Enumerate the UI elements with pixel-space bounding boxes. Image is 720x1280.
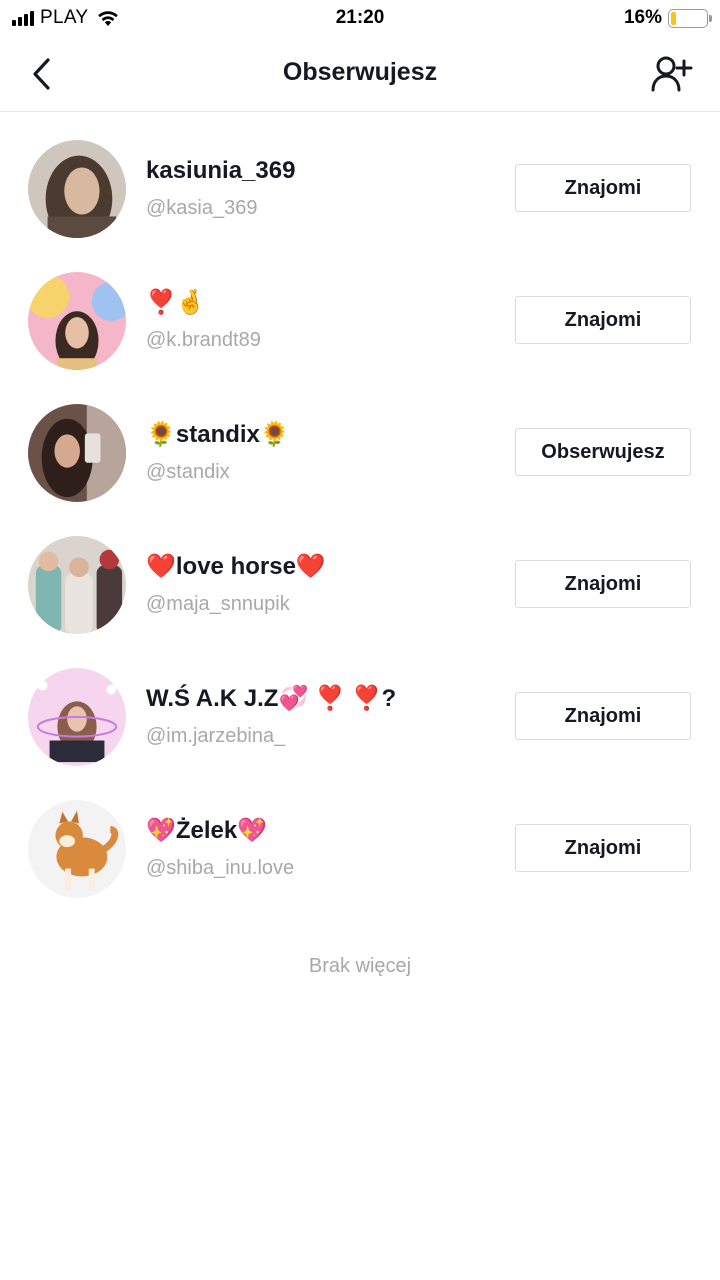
avatar[interactable] [28, 536, 126, 634]
no-more-label: Brak więcej [308, 955, 412, 977]
friends-button[interactable]: Znajomi [515, 164, 691, 212]
friends-button[interactable]: Znajomi [515, 824, 691, 872]
status-time: 21:20 [335, 7, 385, 28]
status-bar: PLAY 21:20 16% [0, 0, 720, 36]
list-item[interactable]: kasiunia_369 @kasia_369 Znajomi [0, 122, 720, 254]
username: @shiba_inu.love [146, 857, 295, 879]
friends-button[interactable]: Znajomi [515, 692, 691, 740]
display-name: ❤️love horse❤️ [146, 553, 326, 580]
navigation-bar: Obserwujesz [0, 36, 720, 112]
username: @maja_snnupik [146, 593, 290, 615]
username: @k.brandt89 [146, 329, 261, 351]
display-name: 🌻standix🌻 [146, 421, 290, 448]
username: @im.jarzebina_ [146, 725, 286, 747]
display-name: W.Ś A.K J.Z💞 ❣️ ❣️? [146, 685, 397, 712]
battery-icon [668, 8, 712, 28]
user-names: 🌻standix🌻 @standix [146, 420, 496, 484]
user-names: ❣️🤞 @k.brandt89 [146, 288, 496, 352]
username: @standix [146, 461, 230, 483]
display-name: 💖Żelek💖 [146, 817, 268, 844]
avatar[interactable] [28, 800, 126, 898]
friends-button[interactable]: Znajomi [515, 560, 691, 608]
username: @kasia_369 [146, 197, 258, 219]
list-item[interactable]: ❣️🤞 @k.brandt89 Znajomi [0, 254, 720, 386]
avatar[interactable] [28, 668, 126, 766]
friends-button[interactable]: Znajomi [515, 296, 691, 344]
user-names: ❤️love horse❤️ @maja_snnupik [146, 552, 496, 616]
user-names: 💖Żelek💖 @shiba_inu.love [146, 816, 496, 880]
avatar[interactable] [28, 140, 126, 238]
following-button[interactable]: Obserwujesz [515, 428, 691, 476]
list-item[interactable]: W.Ś A.K J.Z💞 ❣️ ❣️? @im.jarzebina_ Znajo… [0, 650, 720, 782]
page-title: Obserwujesz [282, 58, 438, 86]
user-names: kasiunia_369 @kasia_369 [146, 156, 496, 220]
battery-fill [671, 11, 677, 25]
display-name: ❣️🤞 [146, 289, 206, 316]
add-user-button[interactable] [648, 52, 696, 96]
avatar[interactable] [28, 404, 126, 502]
user-names: W.Ś A.K J.Z💞 ❣️ ❣️? @im.jarzebina_ [146, 684, 496, 748]
add-user-icon [651, 56, 693, 92]
list-item[interactable]: 🌻standix🌻 @standix Obserwujesz [0, 386, 720, 518]
list-item[interactable]: ❤️love horse❤️ @maja_snnupik Znajomi [0, 518, 720, 650]
status-right: 16% [623, 7, 712, 29]
avatar[interactable] [28, 272, 126, 370]
display-name: kasiunia_369 [146, 157, 296, 184]
list-item[interactable]: 💖Żelek💖 @shiba_inu.love Znajomi [0, 782, 720, 914]
following-list: kasiunia_369 @kasia_369 Znajomi ❣️🤞 @k.b… [0, 112, 720, 914]
battery-percent: 16% [623, 7, 662, 28]
